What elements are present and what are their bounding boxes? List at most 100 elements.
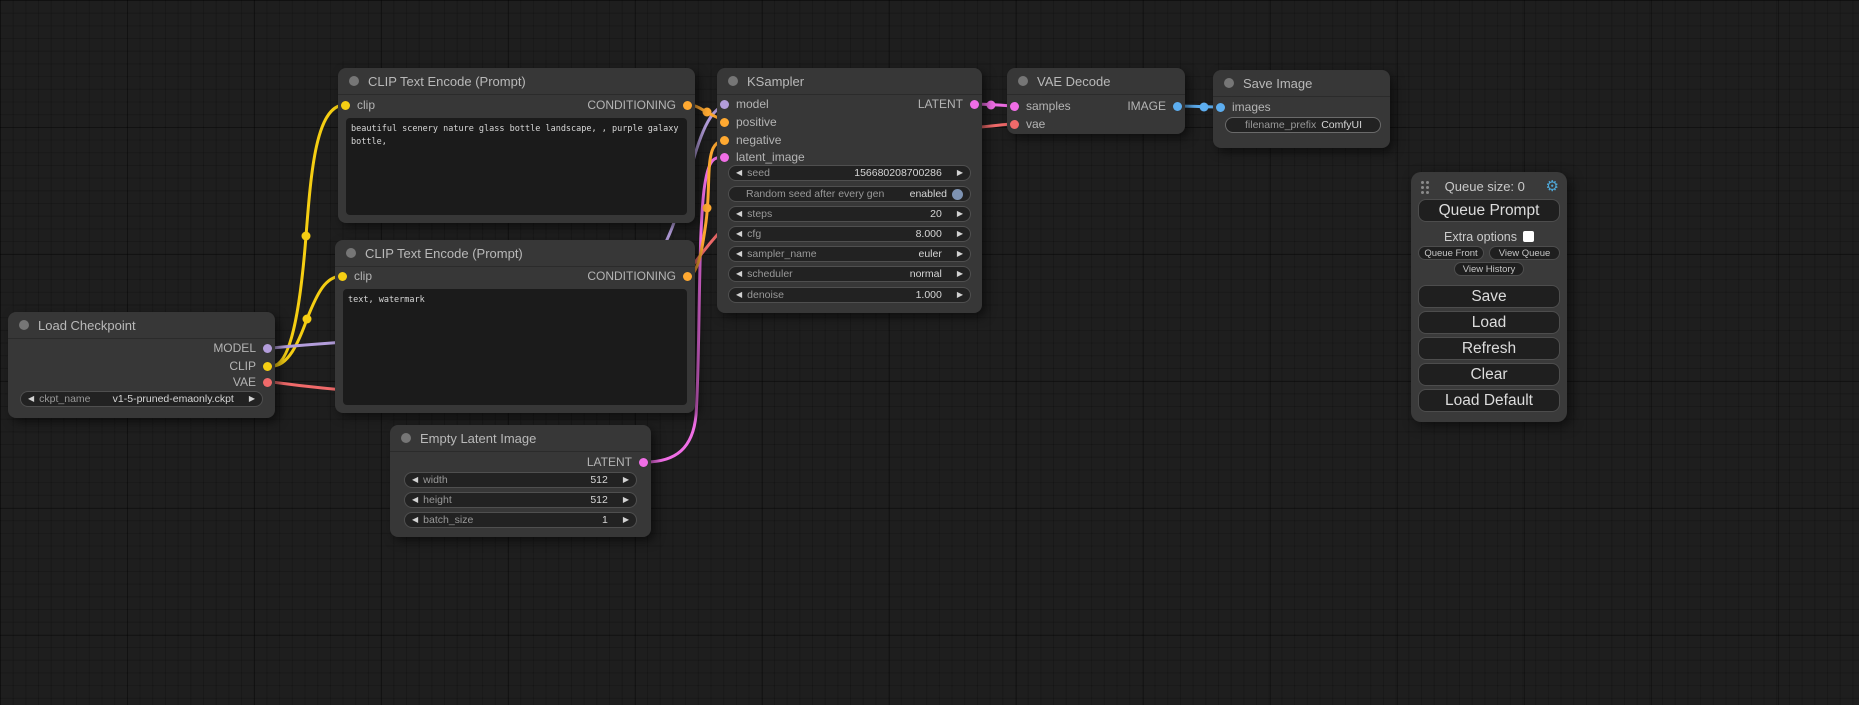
decrement-icon[interactable]: [412, 476, 418, 484]
toggle-knob-icon[interactable]: [952, 189, 963, 200]
scheduler-widget[interactable]: scheduler normal: [728, 266, 971, 282]
random-seed-toggle-widget[interactable]: Random seed after every gen enabled: [728, 186, 971, 202]
output-slot-clip[interactable]: CLIP: [229, 358, 272, 374]
extra-options-checkbox[interactable]: [1523, 231, 1534, 242]
model-port-icon[interactable]: [263, 344, 272, 353]
seed-widget[interactable]: seed 156680208700286: [728, 165, 971, 181]
width-widget[interactable]: width 512: [404, 472, 637, 488]
next-value-icon[interactable]: [249, 395, 255, 403]
latent-port-icon[interactable]: [720, 153, 729, 162]
refresh-button[interactable]: Refresh: [1418, 337, 1560, 360]
batch-size-widget[interactable]: batch_size 1: [404, 512, 637, 528]
queue-front-button[interactable]: Queue Front: [1418, 246, 1484, 260]
denoise-widget[interactable]: denoise 1.000: [728, 287, 971, 303]
input-slot-images[interactable]: images: [1216, 99, 1271, 115]
increment-icon[interactable]: [957, 169, 963, 177]
node-clip-text-encode-negative[interactable]: CLIP Text Encode (Prompt) clip CONDITION…: [335, 240, 695, 413]
output-slot-model[interactable]: MODEL: [213, 340, 272, 356]
increment-icon[interactable]: [957, 230, 963, 238]
increment-icon[interactable]: [957, 291, 963, 299]
input-slot-samples[interactable]: samples: [1010, 98, 1071, 114]
cfg-widget[interactable]: cfg 8.000: [728, 226, 971, 242]
decrement-icon[interactable]: [736, 169, 742, 177]
height-widget[interactable]: height 512: [404, 492, 637, 508]
collapse-dot-icon[interactable]: [728, 76, 738, 86]
decrement-icon[interactable]: [736, 210, 742, 218]
input-slot-positive[interactable]: positive: [720, 114, 777, 130]
node-title-bar[interactable]: Load Checkpoint: [8, 312, 275, 339]
increment-icon[interactable]: [623, 516, 629, 524]
clip-port-icon[interactable]: [263, 362, 272, 371]
vae-port-icon[interactable]: [263, 378, 272, 387]
decrement-icon[interactable]: [412, 516, 418, 524]
output-slot-latent[interactable]: LATENT: [918, 96, 979, 112]
view-history-button[interactable]: View History: [1454, 262, 1524, 276]
queue-prompt-button[interactable]: Queue Prompt: [1418, 199, 1560, 222]
vae-port-icon[interactable]: [1010, 120, 1019, 129]
node-graph-canvas[interactable]: Load Checkpoint MODEL CLIP VAE ckpt_name…: [0, 0, 1859, 705]
node-save-image[interactable]: Save Image images filename_prefix ComfyU…: [1213, 70, 1390, 148]
output-slot-vae[interactable]: VAE: [233, 374, 272, 390]
latent-port-icon[interactable]: [970, 100, 979, 109]
input-slot-vae[interactable]: vae: [1010, 116, 1045, 132]
latent-port-icon[interactable]: [1010, 102, 1019, 111]
output-slot-image[interactable]: IMAGE: [1127, 98, 1182, 114]
drag-handle-icon[interactable]: [1421, 181, 1424, 184]
next-value-icon[interactable]: [957, 270, 963, 278]
negative-prompt-textarea[interactable]: text, watermark: [343, 289, 687, 405]
node-title-bar[interactable]: Empty Latent Image: [390, 425, 651, 452]
node-empty-latent-image[interactable]: Empty Latent Image LATENT width 512 heig…: [390, 425, 651, 537]
image-port-icon[interactable]: [1216, 103, 1225, 112]
latent-port-icon[interactable]: [639, 458, 648, 467]
input-slot-latent-image[interactable]: latent_image: [720, 149, 805, 165]
prev-value-icon[interactable]: [28, 395, 34, 403]
collapse-dot-icon[interactable]: [19, 320, 29, 330]
image-port-icon[interactable]: [1173, 102, 1182, 111]
node-title-bar[interactable]: CLIP Text Encode (Prompt): [335, 240, 695, 267]
conditioning-port-icon[interactable]: [683, 272, 692, 281]
node-title-bar[interactable]: Save Image: [1213, 70, 1390, 97]
save-button[interactable]: Save: [1418, 285, 1560, 308]
node-title-bar[interactable]: VAE Decode: [1007, 68, 1185, 95]
increment-icon[interactable]: [623, 496, 629, 504]
node-load-checkpoint[interactable]: Load Checkpoint MODEL CLIP VAE ckpt_name…: [8, 312, 275, 418]
decrement-icon[interactable]: [736, 230, 742, 238]
positive-prompt-textarea[interactable]: beautiful scenery nature glass bottle la…: [346, 118, 687, 215]
load-button[interactable]: Load: [1418, 311, 1560, 334]
collapse-dot-icon[interactable]: [346, 248, 356, 258]
next-value-icon[interactable]: [957, 250, 963, 258]
output-slot-conditioning[interactable]: CONDITIONING: [587, 268, 692, 284]
collapse-dot-icon[interactable]: [401, 433, 411, 443]
input-slot-model[interactable]: model: [720, 96, 769, 112]
clip-port-icon[interactable]: [338, 272, 347, 281]
prev-value-icon[interactable]: [736, 270, 742, 278]
input-slot-clip[interactable]: clip: [338, 268, 372, 284]
node-clip-text-encode-positive[interactable]: CLIP Text Encode (Prompt) clip CONDITION…: [338, 68, 695, 223]
filename-prefix-widget[interactable]: filename_prefix ComfyUI: [1225, 117, 1381, 133]
conditioning-port-icon[interactable]: [720, 118, 729, 127]
collapse-dot-icon[interactable]: [349, 76, 359, 86]
decrement-icon[interactable]: [412, 496, 418, 504]
load-default-button[interactable]: Load Default: [1418, 389, 1560, 412]
increment-icon[interactable]: [623, 476, 629, 484]
sampler-name-widget[interactable]: sampler_name euler: [728, 246, 971, 262]
node-vae-decode[interactable]: VAE Decode samples vae IMAGE: [1007, 68, 1185, 134]
node-title-bar[interactable]: CLIP Text Encode (Prompt): [338, 68, 695, 95]
settings-gear-icon[interactable]: ⚙: [1546, 179, 1559, 194]
output-slot-latent[interactable]: LATENT: [587, 454, 648, 470]
model-port-icon[interactable]: [720, 100, 729, 109]
input-slot-clip[interactable]: clip: [341, 97, 375, 113]
input-slot-negative[interactable]: negative: [720, 132, 781, 148]
conditioning-port-icon[interactable]: [683, 101, 692, 110]
prev-value-icon[interactable]: [736, 250, 742, 258]
steps-widget[interactable]: steps 20: [728, 206, 971, 222]
increment-icon[interactable]: [957, 210, 963, 218]
clear-button[interactable]: Clear: [1418, 363, 1560, 386]
conditioning-port-icon[interactable]: [720, 136, 729, 145]
clip-port-icon[interactable]: [341, 101, 350, 110]
output-slot-conditioning[interactable]: CONDITIONING: [587, 97, 692, 113]
collapse-dot-icon[interactable]: [1224, 78, 1234, 88]
collapse-dot-icon[interactable]: [1018, 76, 1028, 86]
node-ksampler[interactable]: KSampler model positive negative latent_…: [717, 68, 982, 313]
view-queue-button[interactable]: View Queue: [1489, 246, 1560, 260]
